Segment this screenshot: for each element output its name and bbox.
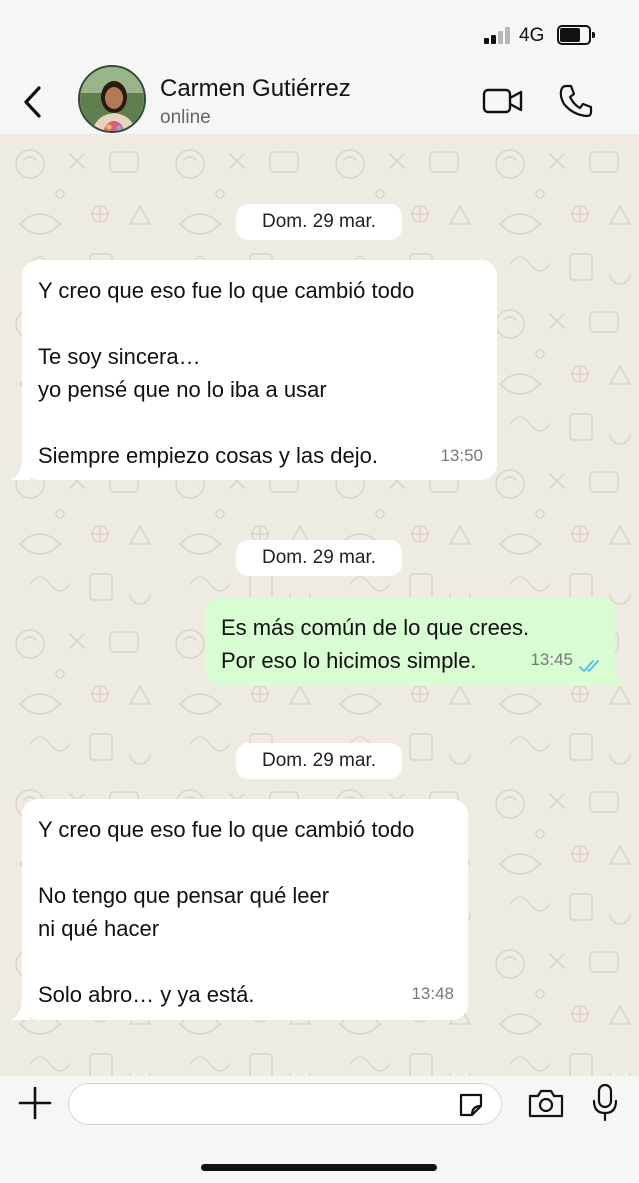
message-input-bar [0, 1076, 639, 1183]
message-text-line [38, 307, 481, 340]
camera-button[interactable] [527, 1087, 565, 1119]
home-indicator[interactable] [201, 1164, 437, 1171]
message-text-line [38, 846, 452, 879]
message-text-line: yo pensé que no lo iba a usar [38, 377, 327, 402]
status-bar: 4G [0, 0, 639, 62]
battery-icon [557, 25, 595, 45]
message-text-line: Solo abro… y ya está. [38, 982, 255, 1007]
date-separator: Dom. 29 mar. [236, 204, 402, 240]
microphone-button[interactable] [591, 1083, 619, 1123]
sticker-button[interactable] [456, 1090, 486, 1120]
date-separator: Dom. 29 mar. [236, 540, 402, 576]
contact-status: online [160, 107, 211, 128]
sticker-icon [459, 1093, 483, 1117]
attach-button[interactable] [18, 1086, 52, 1120]
double-check-read-icon [579, 660, 599, 672]
message-text-line: Y creo que eso fue lo que cambió todo [38, 278, 415, 303]
incoming-message[interactable]: Y creo que eso fue lo que cambió todo Te… [22, 260, 497, 480]
chat-header: Carmen Gutiérrez online [0, 62, 639, 134]
date-separator: Dom. 29 mar. [236, 743, 402, 779]
chevron-left-icon [24, 86, 41, 118]
phone-icon [559, 84, 593, 118]
message-time: 13:48 [411, 984, 454, 1003]
message-text-line: Es más común de lo que crees. [221, 615, 530, 640]
contact-avatar[interactable] [78, 65, 146, 133]
message-text-line [38, 945, 452, 978]
chat-area[interactable]: Dom. 29 mar. Y creo que eso fue lo que c… [0, 134, 639, 1076]
message-text-line: No tengo que pensar qué leer [38, 883, 330, 908]
message-time: 13:50 [440, 446, 483, 465]
back-button[interactable] [18, 82, 48, 122]
message-input[interactable] [68, 1083, 502, 1125]
message-text-line: ni qué hacer [38, 916, 160, 941]
message-text-line: Te soy sincera… [38, 344, 201, 369]
signal-strength-icon [484, 26, 512, 44]
voice-call-button[interactable] [557, 82, 595, 120]
incoming-message[interactable]: Y creo que eso fue lo que cambió todo No… [22, 799, 468, 1020]
outgoing-message[interactable]: Es más común de lo que crees. Por eso lo… [205, 597, 615, 686]
plus-icon [18, 1086, 52, 1120]
microphone-icon [592, 1083, 618, 1122]
message-text-line: Y creo que eso fue lo que cambió todo [38, 817, 415, 842]
message-time: 13:45 [530, 650, 573, 669]
video-camera-icon [482, 88, 523, 114]
camera-icon [528, 1089, 564, 1118]
video-call-button[interactable] [482, 86, 524, 116]
message-text-line: Siempre empiezo cosas y las dejo. [38, 443, 378, 468]
contact-name[interactable]: Carmen Gutiérrez [160, 75, 351, 103]
network-type-label: 4G [519, 25, 545, 46]
message-text-line [38, 406, 481, 439]
